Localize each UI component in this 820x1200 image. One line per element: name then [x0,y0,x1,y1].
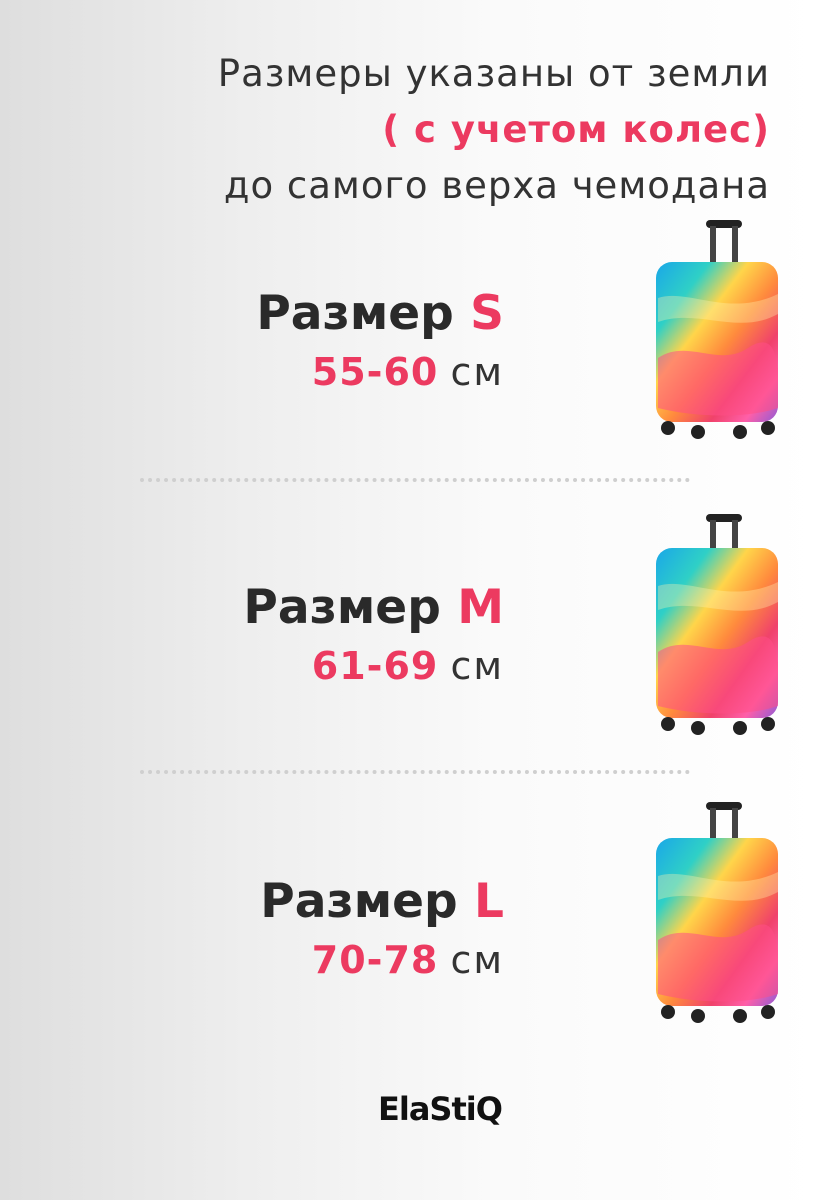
suitcase-m-icon [656,514,778,735]
size-l-title: Размер L [260,872,504,932]
divider-2 [140,770,690,774]
size-s-title: Размер S [256,284,504,344]
suitcase-l-icon [656,802,778,1023]
size-s-unit: см [450,350,504,394]
divider-1 [140,478,690,482]
size-l-range-value: 70-78 [311,938,439,982]
size-m-block: Размер M 61-69 см [243,578,504,694]
size-s-letter: S [470,286,504,341]
header-line-2: ( с учетом колес) [382,108,770,151]
size-s-word: Размер [256,286,454,341]
size-m-title: Размер M [243,578,504,638]
size-s-range-value: 55-60 [311,350,439,394]
header: Размеры указаны от земли ( с учетом коле… [218,46,770,214]
size-m-unit: см [450,644,504,688]
suitcase-s-icon [656,220,778,439]
size-m-word: Размер [243,580,441,635]
size-l-unit: см [450,938,504,982]
size-l-range: 70-78 см [260,932,504,988]
size-m-range: 61-69 см [243,638,504,694]
size-m-range-value: 61-69 [311,644,439,688]
size-s-block: Размер S 55-60 см [256,284,504,400]
size-l-word: Размер [260,874,458,929]
size-m-letter: M [457,580,504,635]
brand-logo: ElaStiQ [378,1090,503,1128]
header-line-3: до самого верха чемодана [223,164,770,207]
size-l-letter: L [474,874,504,929]
size-s-range: 55-60 см [256,344,504,400]
size-l-block: Размер L 70-78 см [260,872,504,988]
header-line-1: Размеры указаны от земли [217,52,770,95]
